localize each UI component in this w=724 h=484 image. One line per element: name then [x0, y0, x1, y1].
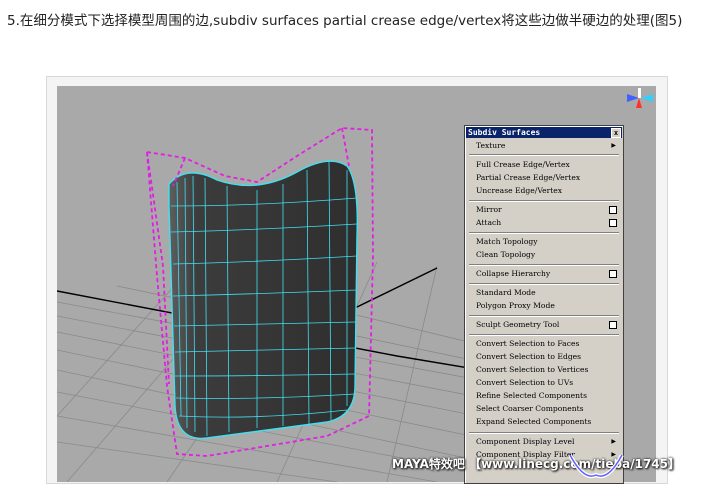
menu-item-refine-selected[interactable]: Refine Selected Components	[476, 390, 619, 402]
menu-item-attach[interactable]: Attach	[476, 217, 619, 229]
menu-separator	[469, 315, 619, 317]
menu-item-label: Full Crease Edge/Vertex	[476, 160, 570, 169]
menu-item-texture[interactable]: Texture ▶	[476, 140, 619, 152]
logo-icon	[568, 455, 624, 478]
menu-item-label: Component Display Level	[476, 437, 575, 446]
menu-item-convert-to-faces[interactable]: Convert Selection to Faces	[476, 338, 619, 350]
menu-item-label: Partial Crease Edge/Vertex	[476, 173, 581, 182]
menu-item-mirror[interactable]: Mirror	[476, 204, 619, 216]
menu-item-label: Select Coarser Components	[476, 404, 584, 413]
menu-item-uncrease[interactable]: Uncrease Edge/Vertex	[476, 185, 619, 197]
menu-separator	[469, 264, 619, 266]
option-box-icon[interactable]	[609, 219, 617, 227]
menu-item-label: Sculpt Geometry Tool	[476, 320, 560, 329]
menu-title: Subdiv Surfaces	[468, 128, 541, 137]
menu-item-expand-selected[interactable]: Expand Selected Components	[476, 416, 619, 428]
menu-item-label: Expand Selected Components	[476, 417, 592, 426]
menu-item-select-coarser[interactable]: Select Coarser Components	[476, 403, 619, 415]
menu-item-convert-to-vertices[interactable]: Convert Selection to Vertices	[476, 364, 619, 376]
caption-text: 5.在细分模式下选择模型周围的边,subdiv surfaces partial…	[7, 13, 683, 29]
menu-item-label: Convert Selection to Edges	[476, 352, 582, 361]
menu-separator	[469, 232, 619, 234]
menu-item-standard-mode[interactable]: Standard Mode	[476, 287, 619, 299]
menu-title-bar[interactable]: Subdiv Surfaces x	[466, 127, 622, 138]
option-box-icon[interactable]	[609, 270, 617, 278]
watermark-text: MAYA特效吧 【www.linecg.com/tieba/1745】	[392, 457, 681, 471]
menu-separator	[469, 283, 619, 285]
menu-item-convert-to-edges[interactable]: Convert Selection to Edges	[476, 351, 619, 363]
menu-item-clean-topology[interactable]: Clean Topology	[476, 249, 619, 261]
menu-item-partial-crease[interactable]: Partial Crease Edge/Vertex	[476, 172, 619, 184]
menu-separator	[469, 200, 619, 202]
menu-item-label: Mirror	[476, 205, 502, 214]
menu-item-label: Collapse Hierarchy	[476, 269, 551, 278]
close-icon[interactable]: x	[611, 128, 621, 138]
view-axis-icon	[627, 88, 653, 108]
menu-item-sculpt-geometry-tool[interactable]: Sculpt Geometry Tool	[476, 319, 619, 331]
menu-item-label: Convert Selection to Vertices	[476, 365, 589, 374]
menu-item-label: Attach	[476, 218, 502, 227]
menu-item-label: Match Topology	[476, 237, 538, 246]
menu-separator	[469, 432, 619, 434]
menu-item-label: Uncrease Edge/Vertex	[476, 186, 563, 195]
menu-separator	[469, 154, 619, 156]
menu-item-collapse-hierarchy[interactable]: Collapse Hierarchy	[476, 268, 619, 280]
menu-item-component-display-level[interactable]: Component Display Level ▶	[476, 436, 619, 448]
menu-item-label: Convert Selection to UVs	[476, 378, 574, 387]
menu-item-label: Convert Selection to Faces	[476, 339, 580, 348]
menu-item-label: Polygon Proxy Mode	[476, 301, 555, 310]
menu-item-polygon-proxy-mode[interactable]: Polygon Proxy Mode	[476, 300, 619, 312]
menu-separator	[469, 334, 619, 336]
menu-item-convert-to-uvs[interactable]: Convert Selection to UVs	[476, 377, 619, 389]
submenu-arrow-icon: ▶	[611, 142, 616, 149]
menu-item-label: Texture	[476, 141, 506, 150]
menu-item-match-topology[interactable]: Match Topology	[476, 236, 619, 248]
option-box-icon[interactable]	[609, 206, 617, 214]
option-box-icon[interactable]	[609, 321, 617, 329]
submenu-arrow-icon: ▶	[611, 438, 616, 445]
menu-item-label: Clean Topology	[476, 250, 536, 259]
menu-item-full-crease[interactable]: Full Crease Edge/Vertex	[476, 159, 619, 171]
subdiv-surfaces-menu[interactable]: Subdiv Surfaces x Texture ▶ Full Crease E…	[464, 125, 624, 484]
menu-item-label: Refine Selected Components	[476, 391, 588, 400]
menu-item-label: Standard Mode	[476, 288, 536, 297]
